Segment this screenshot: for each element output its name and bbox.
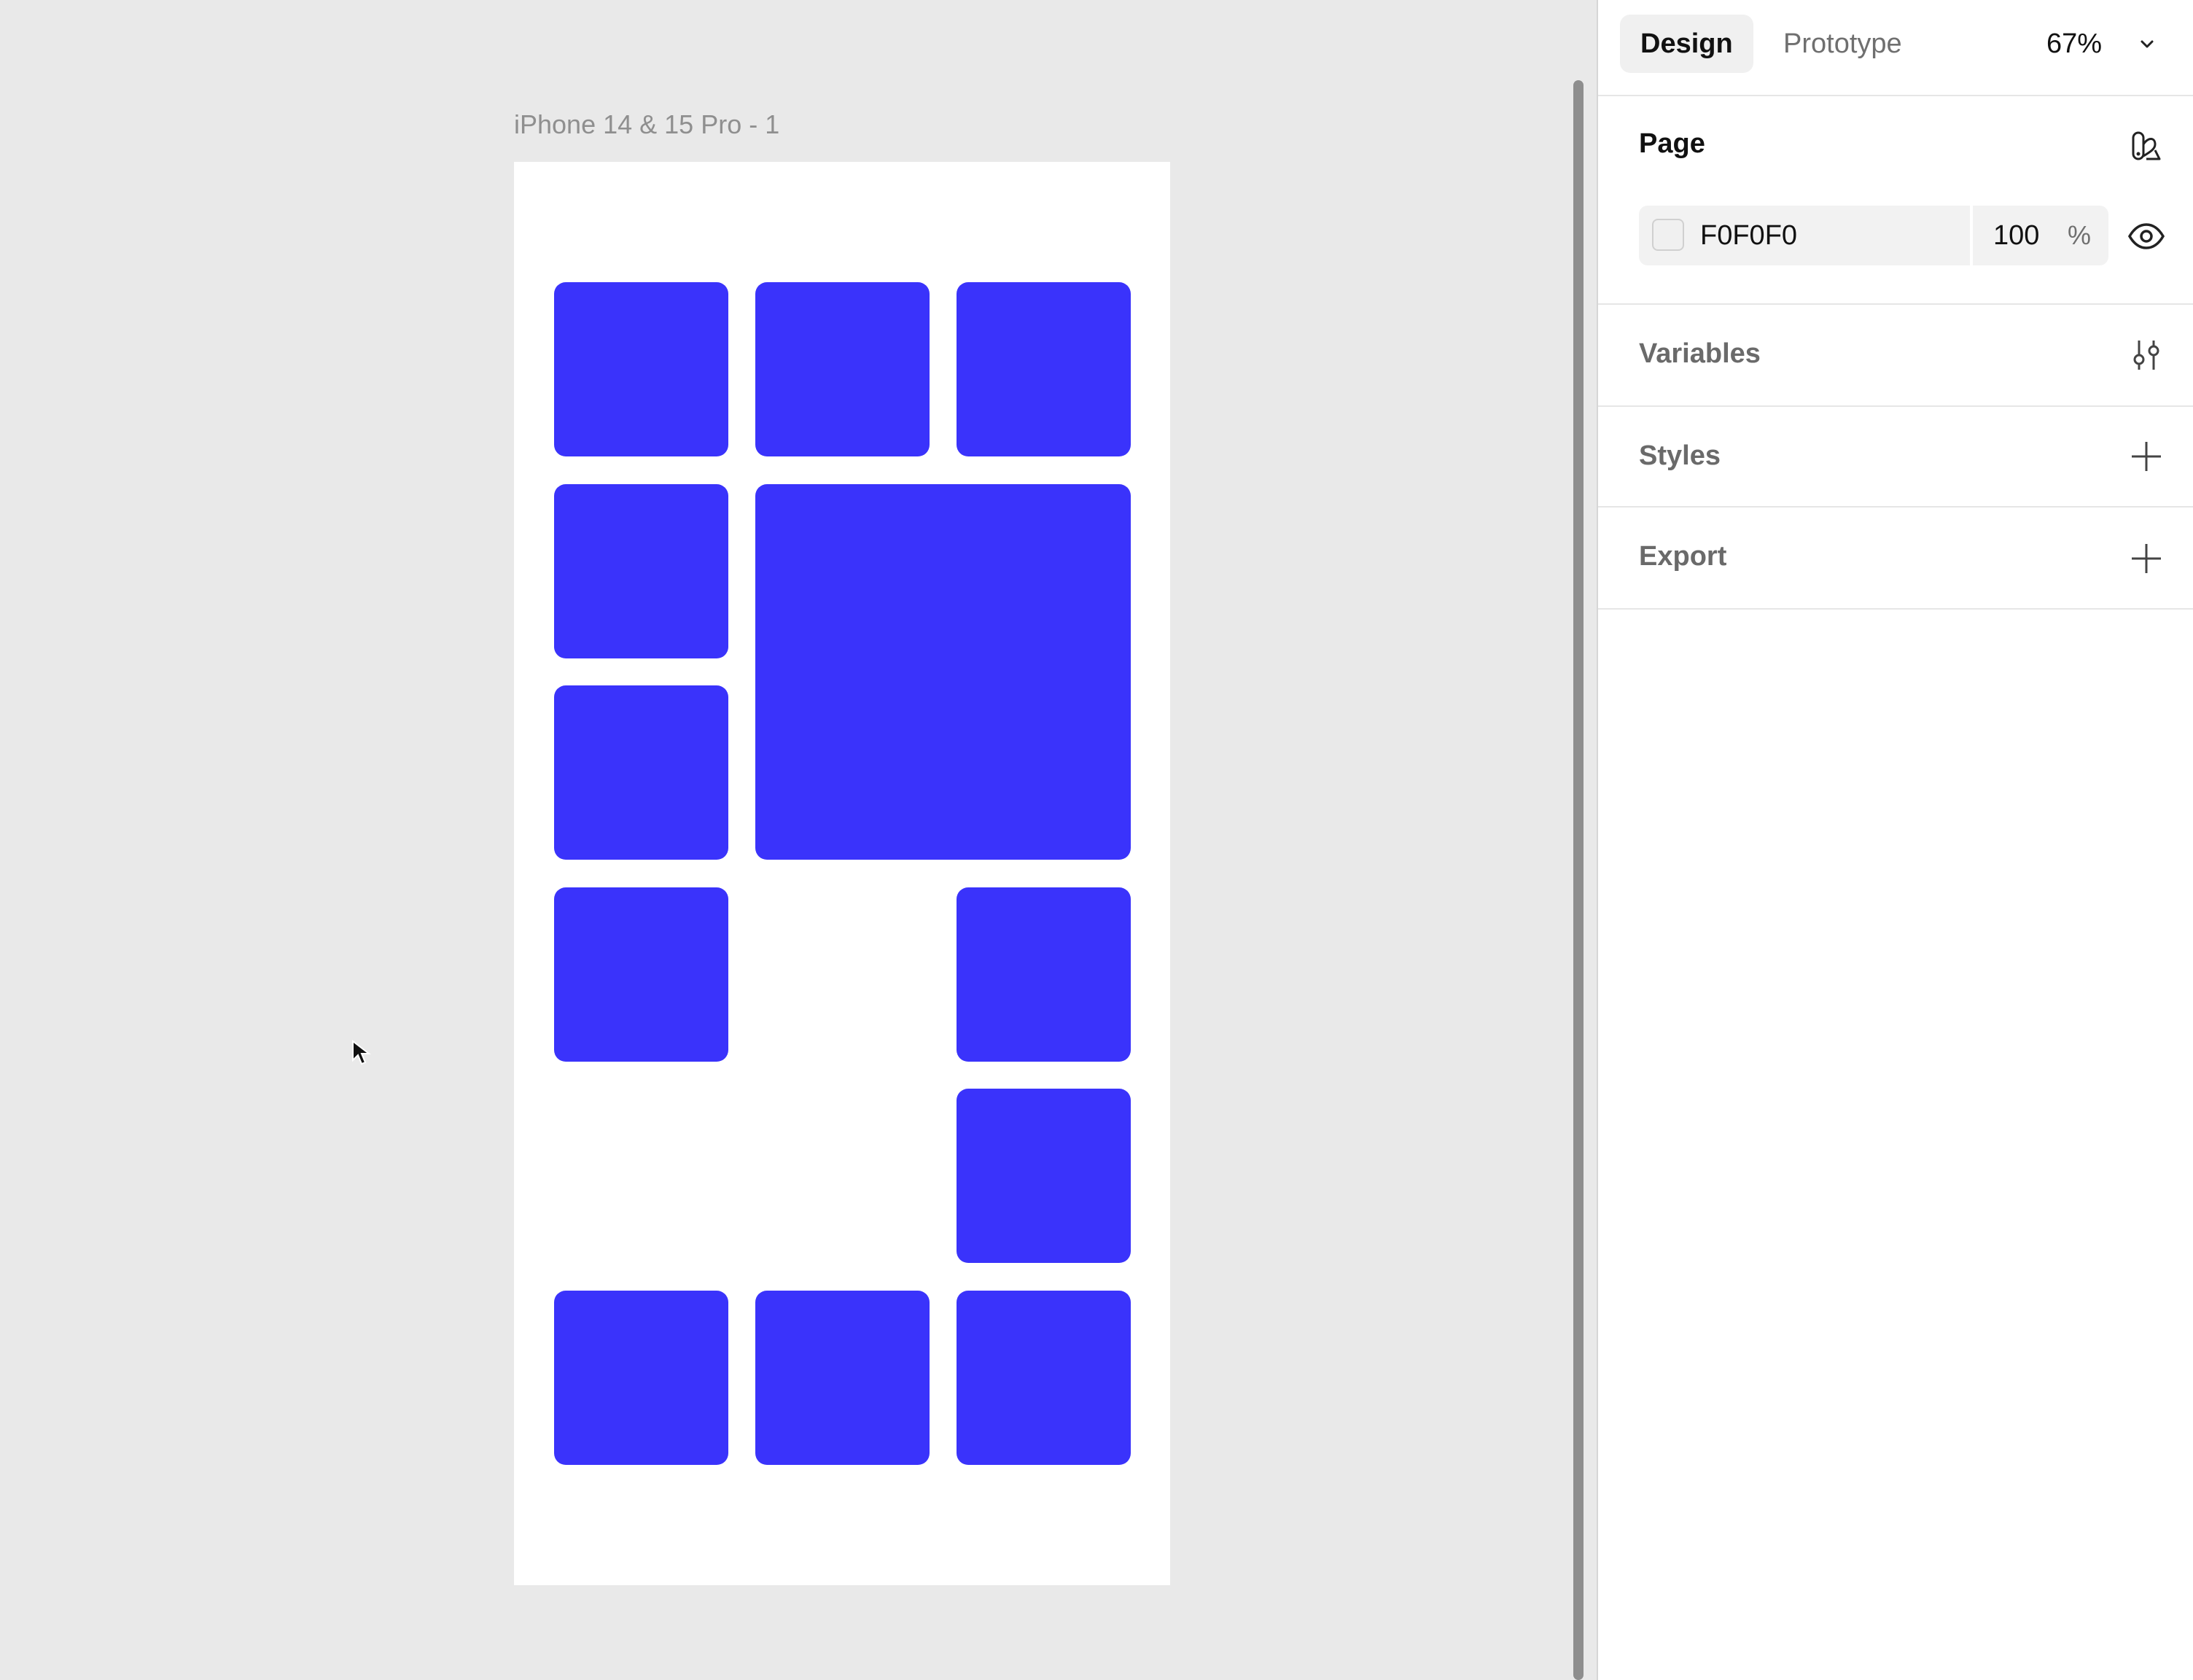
iphone-frame[interactable] [514, 162, 1170, 1585]
tile[interactable] [957, 282, 1131, 456]
app-window: iPhone 14 & 15 Pro - 1 Design Prototype … [0, 0, 2193, 1680]
tile[interactable] [957, 1291, 1131, 1465]
page-section: Page F0F0F0 100 % [1598, 95, 2193, 305]
chevron-down-icon[interactable] [2138, 35, 2156, 52]
panel-header: Design Prototype [1598, 0, 2193, 96]
variables-section: Variables [1598, 305, 2193, 407]
tab-prototype[interactable]: Prototype [1763, 15, 1923, 73]
tile[interactable] [554, 282, 728, 456]
page-style-icon[interactable] [2129, 128, 2164, 163]
styles-section: Styles [1598, 407, 2193, 508]
styles-section-title: Styles [1639, 440, 1721, 471]
tile[interactable] [554, 685, 728, 860]
frame-label[interactable]: iPhone 14 & 15 Pro - 1 [514, 109, 779, 140]
plus-icon[interactable] [2129, 541, 2164, 576]
properties-panel: Design Prototype Page F0F0F0 100 % Varia… [1597, 0, 2193, 1680]
sliders-icon[interactable] [2129, 338, 2164, 373]
tile-large[interactable] [755, 484, 1131, 860]
page-section-title: Page [1639, 128, 1705, 159]
tile[interactable] [957, 1089, 1131, 1263]
opacity-unit: % [2068, 220, 2092, 250]
export-section-title: Export [1639, 541, 1727, 572]
tile[interactable] [755, 1291, 930, 1465]
canvas-scrollbar[interactable] [1573, 80, 1584, 1680]
tile[interactable] [554, 887, 728, 1062]
export-section: Export [1598, 508, 2193, 610]
tile[interactable] [554, 484, 728, 658]
opacity-value[interactable]: 100 [1993, 206, 2039, 265]
design-canvas[interactable]: iPhone 14 & 15 Pro - 1 [0, 0, 1595, 1680]
variables-section-title: Variables [1639, 338, 1761, 369]
plus-icon[interactable] [2129, 439, 2164, 474]
tile[interactable] [957, 887, 1131, 1062]
cursor-icon [352, 1040, 371, 1065]
zoom-level[interactable]: 67% [2046, 15, 2102, 73]
tab-design[interactable]: Design [1620, 15, 1753, 73]
eye-icon[interactable] [2127, 217, 2165, 255]
tile[interactable] [755, 282, 930, 456]
tile[interactable] [554, 1291, 728, 1465]
opacity-field[interactable]: 100 % [1973, 206, 2108, 265]
color-hex-value[interactable]: F0F0F0 [1700, 206, 1797, 265]
color-swatch[interactable] [1652, 219, 1684, 251]
page-color-field[interactable]: F0F0F0 [1639, 206, 1970, 265]
